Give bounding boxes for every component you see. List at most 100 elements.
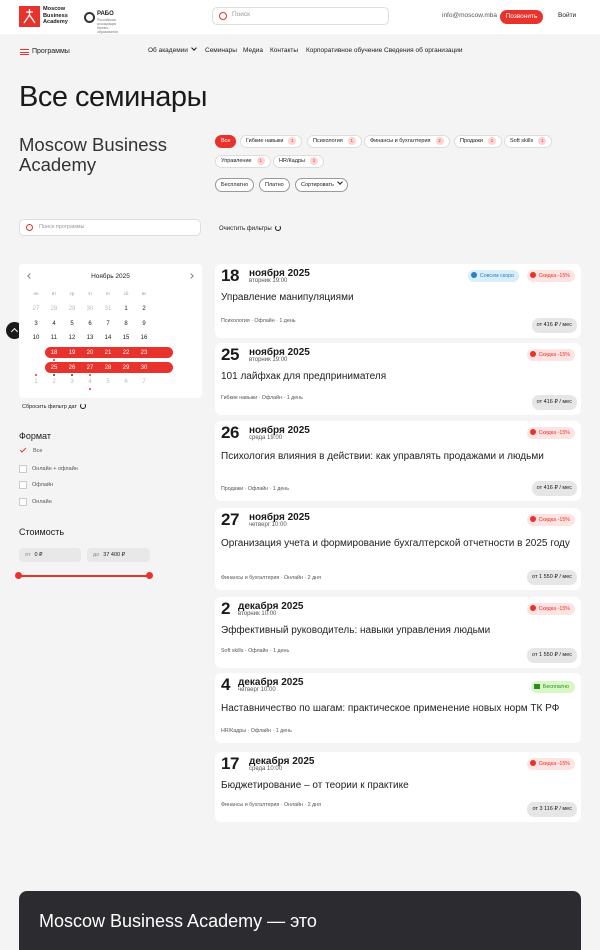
seminar-title[interactable]: Наставничество по шагам: практическое пр…	[221, 703, 577, 714]
calendar-day[interactable]: 28	[45, 304, 63, 314]
header-search-input[interactable]: Поиск	[212, 7, 389, 25]
calendar-day[interactable]: 31	[99, 304, 117, 314]
seminar-card[interactable]: 4 декабря 2025 четверг 10:00 Наставничество…	[215, 673, 581, 743]
category-chip[interactable]: HR/Кадры 1	[273, 155, 324, 168]
category-chip[interactable]: Продажи 1	[454, 135, 502, 148]
seminar-title[interactable]: Организация учета и формирование бухгалт…	[221, 538, 577, 549]
seminar-title[interactable]: Управление манипуляциями	[221, 292, 577, 303]
price-slider-track[interactable]	[18, 575, 150, 577]
seminar-title[interactable]: Психология влияния в действии: как управ…	[221, 451, 577, 462]
calendar-day[interactable]: 27	[81, 363, 99, 373]
calendar-day[interactable]: 7	[99, 319, 117, 329]
calendar-day[interactable]: 21	[99, 348, 117, 358]
calendar-day[interactable]: 26	[63, 363, 81, 373]
calendar-day[interactable]: 4	[81, 377, 99, 387]
calendar-day[interactable]: 2	[45, 377, 63, 387]
from-prefix: от	[25, 552, 31, 558]
calendar-day[interactable]: 5	[99, 377, 117, 387]
price-to-input[interactable]: до 37 400 ₽	[87, 548, 150, 562]
seminar-card[interactable]: 25 ноября 2025 вторник 19:00 101 лайфхак дл…	[215, 343, 581, 415]
nav-item-media[interactable]: Медиа	[243, 47, 263, 54]
programs-menu[interactable]: Программы	[32, 48, 70, 55]
format-option[interactable]: Офлайн	[19, 481, 53, 489]
price-slider-max-handle[interactable]	[146, 572, 153, 579]
academy-logo-icon[interactable]	[19, 6, 40, 27]
clear-filters-button[interactable]: Очистить фильтры	[219, 224, 281, 232]
calendar-day[interactable]: 11	[45, 333, 63, 343]
calendar-day[interactable]: 25	[45, 363, 63, 373]
calendar-day[interactable]: 9	[135, 319, 153, 329]
nav-item-seminars[interactable]: Семинары	[205, 47, 237, 54]
calendar-day[interactable]: 2	[135, 304, 153, 314]
calendar-day[interactable]: 6	[117, 377, 135, 387]
seminar-title[interactable]: Бюджетирование – от теории к практике	[221, 780, 577, 791]
calendar-day[interactable]: 27	[27, 304, 45, 314]
nav-item-contacts[interactable]: Контакты	[270, 47, 298, 54]
checkbox[interactable]	[19, 481, 27, 489]
paid-filter-button[interactable]: Платно	[259, 178, 290, 192]
sort-dropdown[interactable]: Сортировать	[295, 178, 348, 192]
category-chip[interactable]: Soft skills 1	[504, 135, 553, 148]
category-chip-all[interactable]: Все	[215, 135, 237, 148]
calendar-day[interactable]: 19	[63, 348, 81, 358]
checkbox[interactable]	[19, 465, 27, 473]
calendar-day[interactable]: 29	[117, 363, 135, 373]
format-option-all[interactable]: Все	[19, 445, 42, 454]
seminar-title[interactable]: Эффективный руководитель: навыки управле…	[221, 625, 577, 636]
calendar-day[interactable]: 1	[27, 377, 45, 387]
login-link[interactable]: Войти	[558, 12, 576, 19]
price-slider-min-handle[interactable]	[15, 572, 22, 579]
email-link[interactable]: info@moscow.mba	[442, 12, 497, 19]
format-option[interactable]: Онлайн + офлайн	[19, 465, 78, 473]
calendar-day[interactable]: 18	[45, 348, 63, 358]
chip-count: 1	[347, 137, 356, 145]
calendar-day[interactable]: 28	[99, 363, 117, 373]
calendar-day[interactable]: 30	[81, 304, 99, 314]
calendar-day[interactable]: 5	[63, 319, 81, 329]
logo-text[interactable]: Moscow Business Academy	[43, 6, 68, 26]
calendar-day[interactable]: 13	[81, 333, 99, 343]
checkbox[interactable]	[19, 498, 27, 506]
free-filter-button[interactable]: Бесплатно	[215, 178, 255, 192]
calendar-day[interactable]: 4	[45, 319, 63, 329]
category-chip[interactable]: Психология 1	[307, 135, 362, 148]
category-chip[interactable]: Гибкие навыки 1	[240, 135, 303, 148]
category-chip[interactable]: Управление 1	[215, 155, 271, 168]
seminar-card[interactable]: 18 ноября 2025 вторник 19:00 Управление ман…	[215, 264, 581, 338]
seminar-day: 26	[221, 423, 239, 442]
calendar-day[interactable]: 10	[27, 333, 45, 343]
calendar-day[interactable]: 17	[27, 348, 45, 358]
seminar-card[interactable]: 17 декабря 2025 среда 10:00 Бюджетирование …	[215, 752, 581, 822]
category-chip[interactable]: Финансы и бухгалтерия 2	[364, 135, 450, 148]
calendar-day[interactable]: 7	[135, 377, 153, 387]
format-option[interactable]: Онлайн	[19, 498, 52, 506]
menu-icon[interactable]	[20, 49, 29, 55]
calendar-day[interactable]: 3	[27, 319, 45, 329]
call-button[interactable]: Позвонить	[500, 10, 543, 24]
seminar-card[interactable]: 2 декабря 2025 вторник 10:00 Эффективный ру…	[215, 597, 581, 668]
program-search-input[interactable]: Поиск программы	[19, 219, 201, 236]
reset-dates-button[interactable]: Сбросить фильтр дат	[22, 402, 86, 410]
calendar-day[interactable]: 8	[117, 319, 135, 329]
calendar-day[interactable]: 24	[27, 363, 45, 373]
nav-item-corporate[interactable]: Корпоративное обучение	[306, 47, 382, 54]
calendar-day[interactable]: 3	[63, 377, 81, 387]
chip-label: Управление	[221, 158, 252, 164]
calendar-day[interactable]: 30	[135, 363, 153, 373]
calendar-day[interactable]: 6	[81, 319, 99, 329]
calendar-day[interactable]: 16	[135, 333, 153, 343]
price-from-input[interactable]: от 0 ₽	[19, 548, 81, 562]
nav-item-org-info[interactable]: Сведения об организации	[384, 47, 463, 54]
seminar-title[interactable]: 101 лайфхак для предпринимателя	[221, 371, 577, 382]
calendar-day[interactable]: 29	[63, 304, 81, 314]
seminar-card[interactable]: 27 ноября 2025 четверг 10:00 Организация уч…	[215, 508, 581, 590]
calendar-day[interactable]: 12	[63, 333, 81, 343]
calendar-day[interactable]: 23	[135, 348, 153, 358]
calendar-day[interactable]: 22	[117, 348, 135, 358]
calendar-day[interactable]: 14	[99, 333, 117, 343]
seminar-card[interactable]: 26 ноября 2025 среда 19:00 Психология влиян…	[215, 421, 581, 501]
calendar-day[interactable]: 20	[81, 348, 99, 358]
calendar-day[interactable]: 15	[117, 333, 135, 343]
calendar-day[interactable]: 1	[117, 304, 135, 314]
nav-item-about[interactable]: Об академии	[148, 45, 197, 54]
